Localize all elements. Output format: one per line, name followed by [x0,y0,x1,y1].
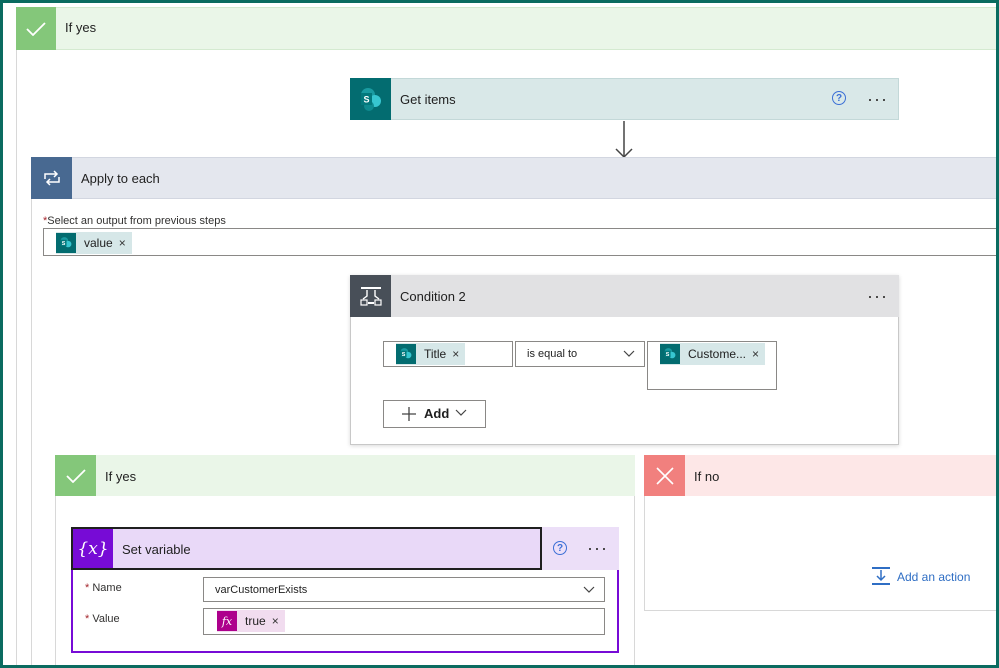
outer-if-yes-check-icon [16,7,56,50]
chevron-down-icon [583,586,595,593]
variable-icon: {x} [73,529,113,568]
if-no-close-icon [644,455,685,496]
value-token[interactable]: S value × [56,232,132,254]
true-token[interactable]: fx true × [217,610,285,632]
required-mark: * [85,582,90,594]
true-token-label: true [245,614,266,628]
loop-icon [31,157,72,199]
outer-if-yes-header[interactable] [16,7,996,50]
inner-if-no-label: If no [694,469,720,484]
sharepoint-icon: S [660,344,680,364]
output-field[interactable] [43,228,996,256]
token-remove-icon[interactable]: × [119,236,132,250]
chevron-down-icon [623,350,635,357]
more-options-icon[interactable]: ··· [867,90,888,108]
sharepoint-icon: S [396,344,416,364]
token-remove-icon[interactable]: × [452,347,465,361]
sharepoint-icon: S [56,233,76,253]
outer-if-yes-label: If yes [65,20,97,35]
get-items-label: Get items [400,92,456,107]
condition-icon [350,275,391,317]
apply-to-each-label: Apply to each [81,171,160,186]
title-token[interactable]: S Title × [396,343,466,365]
operator-value: is equal to [527,348,578,360]
name-field-label-text: Name [92,582,122,594]
variable-icon-text: {x} [77,538,109,559]
add-button-label: Add [424,406,450,421]
add-action-link[interactable]: Add an action [897,570,970,584]
inner-if-yes-label: If yes [105,469,137,484]
token-remove-icon[interactable]: × [752,347,765,361]
apply-to-each-header[interactable] [31,157,996,199]
flow-canvas: If yes S Get items ? ··· Apply to each *… [0,0,999,668]
more-options-icon[interactable]: ··· [867,287,888,305]
svg-text:S: S [402,352,406,358]
name-select-value: varCustomerExists [215,584,308,596]
token-remove-icon[interactable]: × [272,614,285,628]
value-token-label: value [84,236,113,250]
more-options-icon[interactable]: ··· [587,539,608,557]
chevron-down-icon [455,409,467,416]
add-action-icon [872,567,890,585]
title-token-label: Title [424,347,447,361]
inner-if-yes-check-icon [55,455,96,496]
value-field-label: * Value [85,613,120,625]
output-field-label: *Select an output from previous steps [43,215,226,227]
set-variable-label: Set variable [122,542,191,557]
value-field-label-text: Value [92,613,120,625]
svg-text:S: S [666,352,670,358]
help-icon[interactable]: ? [832,91,846,105]
condition-label: Condition 2 [400,289,466,304]
required-mark: * [85,613,90,625]
output-field-label-text: Select an output from previous steps [47,215,226,227]
customer-token-label: Custome... [688,347,747,361]
help-icon[interactable]: ? [553,541,567,555]
sharepoint-icon: S [350,78,391,120]
flow-arrow-icon [615,121,633,159]
customer-token[interactable]: S Custome... × [660,343,766,365]
name-field-label: * Name [85,582,122,594]
plus-icon [402,407,416,421]
fx-text: fx [221,614,233,628]
svg-text:S: S [62,241,66,247]
inner-if-yes-header[interactable] [55,455,635,496]
expression-fx-icon: fx [217,611,237,631]
svg-text:S: S [363,95,369,105]
